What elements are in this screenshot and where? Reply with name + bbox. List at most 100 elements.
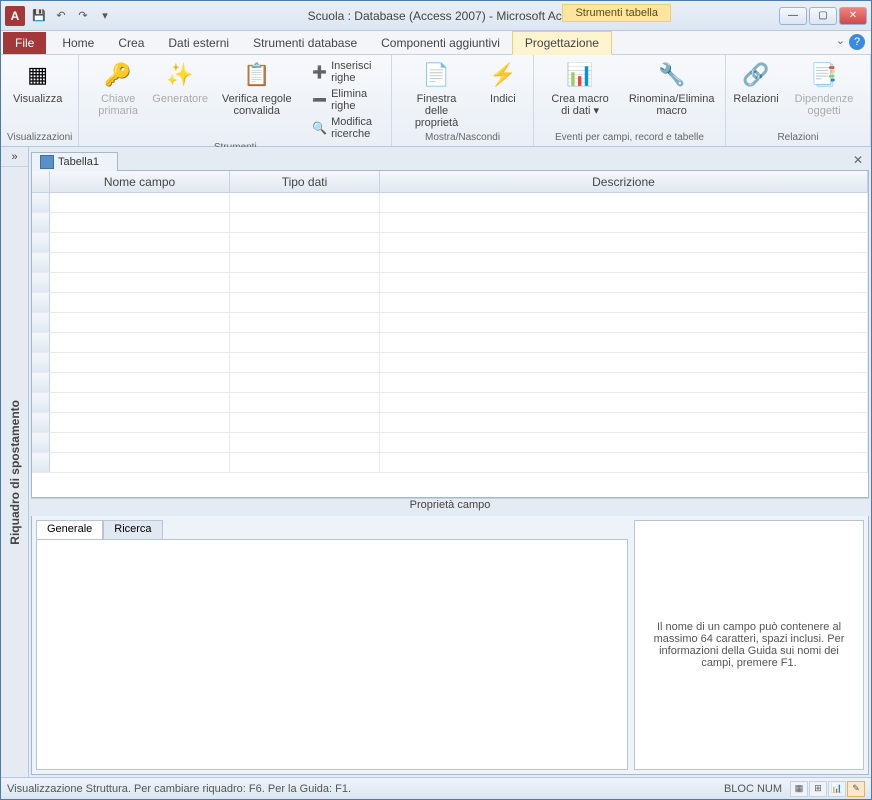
view-button[interactable]: ▦ Visualizza <box>7 57 68 107</box>
description-cell[interactable] <box>380 373 868 392</box>
column-header-name[interactable]: Nome campo <box>50 171 230 192</box>
data-type-cell[interactable] <box>230 353 380 372</box>
description-cell[interactable] <box>380 393 868 412</box>
builder-button[interactable]: ✨ Generatore <box>155 57 206 107</box>
document-tab[interactable]: Tabella1 <box>31 152 118 171</box>
navpane-expand-button[interactable]: » <box>1 147 28 167</box>
description-cell[interactable] <box>380 293 868 312</box>
data-type-cell[interactable] <box>230 333 380 352</box>
row-selector[interactable] <box>32 313 50 332</box>
pivot-chart-view-shortcut[interactable]: 📊 <box>828 781 846 797</box>
description-cell[interactable] <box>380 273 868 292</box>
description-cell[interactable] <box>380 253 868 272</box>
data-type-cell[interactable] <box>230 273 380 292</box>
row-selector[interactable] <box>32 413 50 432</box>
row-selector[interactable] <box>32 373 50 392</box>
row-selector[interactable] <box>32 453 50 472</box>
data-type-cell[interactable] <box>230 253 380 272</box>
row-selector[interactable] <box>32 213 50 232</box>
column-header-type[interactable]: Tipo dati <box>230 171 380 192</box>
data-type-cell[interactable] <box>230 413 380 432</box>
field-name-cell[interactable] <box>50 213 230 232</box>
document-close-button[interactable]: ✕ <box>847 149 869 171</box>
delete-rows-button[interactable]: ➖ Elimina righe <box>308 87 385 113</box>
insert-rows-button[interactable]: ➕ Inserisci righe <box>308 59 385 85</box>
data-type-cell[interactable] <box>230 373 380 392</box>
indexes-button[interactable]: ⚡ Indici <box>479 57 527 107</box>
tab-database-tools[interactable]: Strumenti database <box>241 32 369 54</box>
create-data-macros-button[interactable]: 📊 Crea macro di dati ▾ <box>540 57 620 119</box>
field-name-cell[interactable] <box>50 393 230 412</box>
help-icon[interactable]: ? <box>849 34 865 50</box>
test-validation-button[interactable]: 📋 Verifica regole convalida <box>209 57 304 119</box>
data-type-cell[interactable] <box>230 193 380 212</box>
field-name-cell[interactable] <box>50 373 230 392</box>
field-name-cell[interactable] <box>50 453 230 472</box>
description-cell[interactable] <box>380 193 868 212</box>
description-cell[interactable] <box>380 453 868 472</box>
property-tab-lookup[interactable]: Ricerca <box>103 520 162 540</box>
tab-file[interactable]: File <box>3 32 46 54</box>
field-name-cell[interactable] <box>50 433 230 452</box>
save-icon[interactable]: 💾 <box>29 6 49 26</box>
tab-external-data[interactable]: Dati esterni <box>156 32 241 54</box>
data-type-cell[interactable] <box>230 453 380 472</box>
maximize-button[interactable]: ▢ <box>809 7 837 25</box>
property-sheet-button[interactable]: 📄 Finestra delle proprietà <box>398 57 475 131</box>
redo-icon[interactable]: ↷ <box>73 6 93 26</box>
description-cell[interactable] <box>380 313 868 332</box>
object-dependencies-button[interactable]: 📑 Dipendenze oggetti <box>784 57 864 119</box>
data-type-cell[interactable] <box>230 433 380 452</box>
tab-design[interactable]: Progettazione <box>512 31 612 55</box>
tab-create[interactable]: Crea <box>106 32 156 54</box>
description-cell[interactable] <box>380 333 868 352</box>
qat-more-icon[interactable]: ▾ <box>95 6 115 26</box>
field-name-cell[interactable] <box>50 353 230 372</box>
field-name-cell[interactable] <box>50 253 230 272</box>
grid-header: Nome campo Tipo dati Descrizione <box>32 171 868 193</box>
collapse-ribbon-icon[interactable]: ⌄ <box>836 34 845 47</box>
row-selector[interactable] <box>32 353 50 372</box>
row-selector[interactable] <box>32 433 50 452</box>
description-cell[interactable] <box>380 353 868 372</box>
minimize-button[interactable]: — <box>779 7 807 25</box>
close-button[interactable]: ✕ <box>839 7 867 25</box>
row-selector[interactable] <box>32 233 50 252</box>
design-view-shortcut[interactable]: ✎ <box>847 781 865 797</box>
field-name-cell[interactable] <box>50 293 230 312</box>
row-selector[interactable] <box>32 393 50 412</box>
description-cell[interactable] <box>380 413 868 432</box>
field-name-cell[interactable] <box>50 233 230 252</box>
tab-addins[interactable]: Componenti aggiuntivi <box>369 32 512 54</box>
property-sheet[interactable] <box>36 539 628 770</box>
data-type-cell[interactable] <box>230 393 380 412</box>
description-cell[interactable] <box>380 213 868 232</box>
property-tab-general[interactable]: Generale <box>36 520 103 540</box>
description-cell[interactable] <box>380 233 868 252</box>
column-header-desc[interactable]: Descrizione <box>380 171 868 192</box>
tab-home[interactable]: Home <box>50 32 106 54</box>
primary-key-button[interactable]: 🔑 Chiave primaria <box>85 57 150 119</box>
row-selector[interactable] <box>32 273 50 292</box>
data-type-cell[interactable] <box>230 293 380 312</box>
data-type-cell[interactable] <box>230 233 380 252</box>
row-selector[interactable] <box>32 193 50 212</box>
undo-icon[interactable]: ↶ <box>51 6 71 26</box>
field-name-cell[interactable] <box>50 413 230 432</box>
field-name-cell[interactable] <box>50 273 230 292</box>
data-type-cell[interactable] <box>230 213 380 232</box>
row-selector-header[interactable] <box>32 171 50 192</box>
row-selector[interactable] <box>32 253 50 272</box>
data-type-cell[interactable] <box>230 313 380 332</box>
rename-delete-macro-button[interactable]: 🔧 Rinomina/Elimina macro <box>624 57 719 119</box>
datasheet-view-shortcut[interactable]: ▦ <box>790 781 808 797</box>
field-name-cell[interactable] <box>50 193 230 212</box>
row-selector[interactable] <box>32 293 50 312</box>
modify-lookups-button[interactable]: 🔍 Modifica ricerche <box>308 115 385 141</box>
row-selector[interactable] <box>32 333 50 352</box>
field-name-cell[interactable] <box>50 313 230 332</box>
field-name-cell[interactable] <box>50 333 230 352</box>
description-cell[interactable] <box>380 433 868 452</box>
pivot-table-view-shortcut[interactable]: ⊞ <box>809 781 827 797</box>
relationships-button[interactable]: 🔗 Relazioni <box>732 57 780 107</box>
